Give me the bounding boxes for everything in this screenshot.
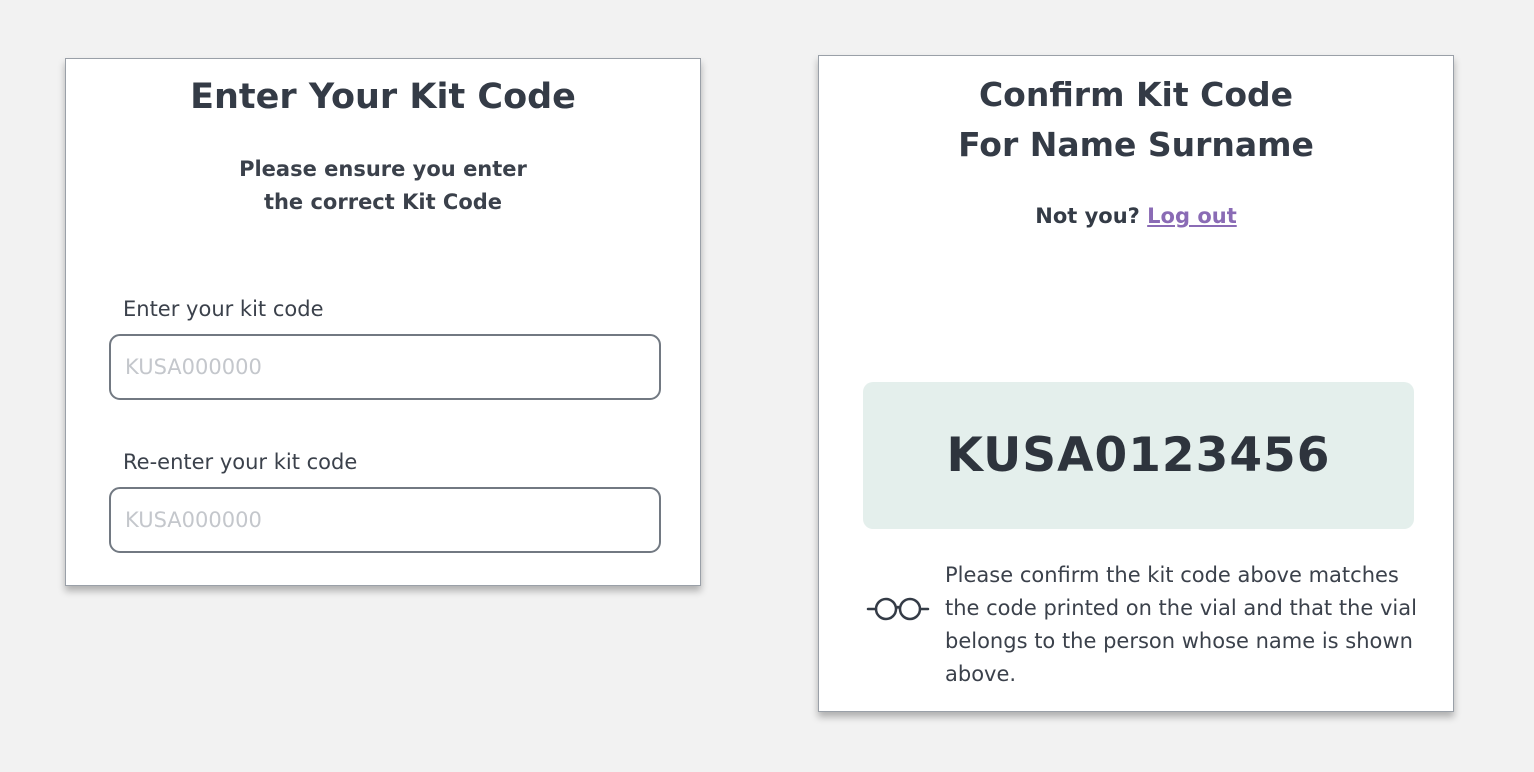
kit-code-value: KUSA0123456 (946, 428, 1331, 483)
not-you-row: Not you? Log out (819, 201, 1453, 231)
reenter-kit-code-label: Re-enter your kit code (123, 450, 358, 474)
kit-code-input[interactable] (109, 334, 661, 400)
subtitle-line-2: the correct Kit Code (263, 190, 503, 214)
enter-kit-code-title: Enter Your Kit Code (190, 77, 576, 117)
confirm-kit-code-title: Confirm Kit Code For Name Surname (819, 70, 1453, 170)
not-you-text: Not you? (1035, 204, 1140, 228)
logout-link[interactable]: Log out (1147, 204, 1237, 228)
kit-code-display-box: KUSA0123456 (863, 382, 1414, 529)
confirm-kit-code-message: Please confirm the kit code above matche… (945, 563, 1417, 686)
confirm-kit-code-card: Confirm Kit Code For Name Surname Not yo… (818, 55, 1454, 712)
subtitle-line-1: Please ensure you enter (239, 157, 527, 181)
confirm-title-line-2: For Name Surname (958, 125, 1314, 164)
kit-code-label: Enter your kit code (123, 297, 324, 321)
enter-kit-code-subtitle: Please ensure you enter the correct Kit … (66, 153, 700, 219)
enter-kit-code-card: Enter Your Kit Code Please ensure you en… (65, 58, 701, 586)
glasses-icon (866, 596, 930, 626)
confirm-title-line-1: Confirm Kit Code (978, 75, 1294, 114)
reenter-kit-code-input[interactable] (109, 487, 661, 553)
